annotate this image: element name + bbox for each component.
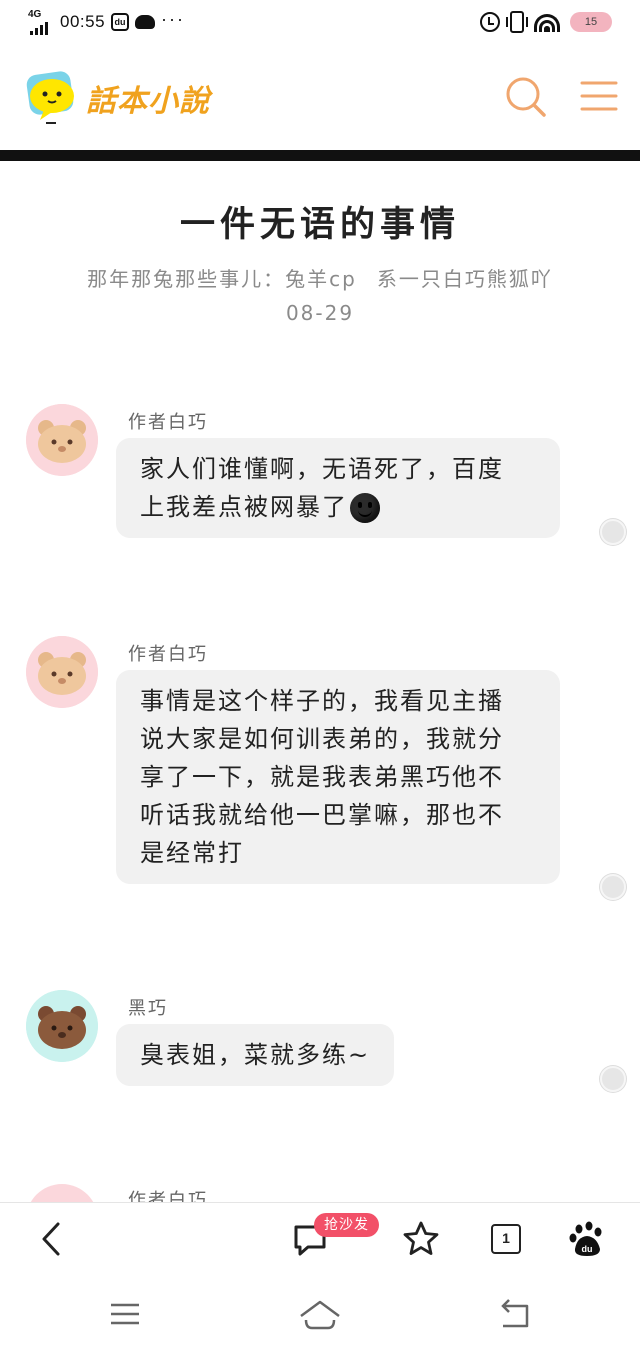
clock: 00:55 xyxy=(60,12,106,31)
avatar[interactable] xyxy=(26,990,98,1062)
sender-name: 作者白巧 xyxy=(128,644,208,665)
sender-name: 黑巧 xyxy=(128,998,168,1019)
sender-name: 作者白巧 xyxy=(128,1190,208,1202)
article-meta: 那年那兔那些事儿：兔羊cp 系一只白巧熊狐吖 08-29 xyxy=(40,262,600,330)
message-bubble: 家人们谁懂啊，无语死了，百度 上我差点被网暴了 xyxy=(116,438,560,538)
message-line: 听话我就给他一巴掌嘛，那也不 xyxy=(140,801,504,829)
wifi-icon xyxy=(534,12,560,32)
browser-toolbar: 抢沙发 du xyxy=(0,1202,640,1278)
more-notifications-icon: ··· xyxy=(161,8,186,29)
cloud-icon xyxy=(135,15,156,29)
avatar[interactable] xyxy=(26,636,98,708)
message-line: 事情是这个样子的，我看见主播 xyxy=(140,687,504,715)
cellular-signal-icon: 4G xyxy=(28,9,54,35)
star-icon[interactable] xyxy=(401,1219,441,1259)
article-date: 08-29 xyxy=(285,301,355,325)
message-line: 家人们谁懂啊，无语死了，百度 xyxy=(140,455,504,483)
message-line: 上我差点被网暴了 xyxy=(140,493,348,521)
book-title-link[interactable]: 那年那兔那些事儿：兔羊cp xyxy=(87,267,357,291)
message-bubble: 臭表姐，菜就多练~ xyxy=(116,1024,395,1086)
tab-count-button[interactable]: 1 xyxy=(491,1224,521,1254)
network-type: 4G xyxy=(28,9,42,20)
home-icon[interactable] xyxy=(298,1294,342,1334)
menu-icon[interactable] xyxy=(578,74,622,118)
baidu-notification-icon: du xyxy=(111,13,130,31)
vibrate-icon xyxy=(506,11,528,33)
status-bar: 4G 00:55 du ··· 15 xyxy=(0,0,640,52)
message-bubble: 事情是这个样子的，我看见主播 说大家是如何训表弟的，我就分 享了一下，就是我表弟… xyxy=(116,670,560,884)
chat-message: 作者白巧 xyxy=(0,1184,640,1202)
menu-icon[interactable] xyxy=(105,1294,145,1334)
comment-dot-button[interactable] xyxy=(600,1066,626,1092)
app-logo-icon[interactable] xyxy=(22,70,80,126)
app-header: 話本小說 xyxy=(0,52,640,150)
message-line: 说大家是如何训表弟的，我就分 xyxy=(140,725,504,753)
author-name-link[interactable]: 系一只白巧熊狐吖 xyxy=(377,267,553,291)
header-divider xyxy=(0,150,640,161)
message-line: 臭表姐，菜就多练~ xyxy=(140,1041,371,1069)
avatar[interactable] xyxy=(26,1184,98,1202)
app-name: 話本小說 xyxy=(86,84,210,119)
svg-text:du: du xyxy=(582,1244,593,1254)
search-icon[interactable] xyxy=(503,74,547,118)
baidu-paw-icon[interactable]: du xyxy=(567,1219,607,1259)
smiley-emoji-icon xyxy=(350,493,380,523)
battery-indicator: 15 xyxy=(570,12,612,32)
sender-name: 作者白巧 xyxy=(128,412,208,433)
comment-dot-button[interactable] xyxy=(600,874,626,900)
message-line: 是经常打 xyxy=(140,839,244,867)
system-navigation-bar xyxy=(0,1278,640,1351)
message-line: 享了一下，就是我表弟黑巧他不 xyxy=(140,763,504,791)
article-title: 一件无语的事情 xyxy=(179,205,460,245)
sofa-badge[interactable]: 抢沙发 xyxy=(314,1213,379,1237)
alarm-icon xyxy=(480,12,500,32)
back-arrow-icon[interactable] xyxy=(32,1219,72,1259)
return-icon[interactable] xyxy=(495,1294,535,1334)
comment-dot-button[interactable] xyxy=(600,519,626,545)
avatar[interactable] xyxy=(26,404,98,476)
